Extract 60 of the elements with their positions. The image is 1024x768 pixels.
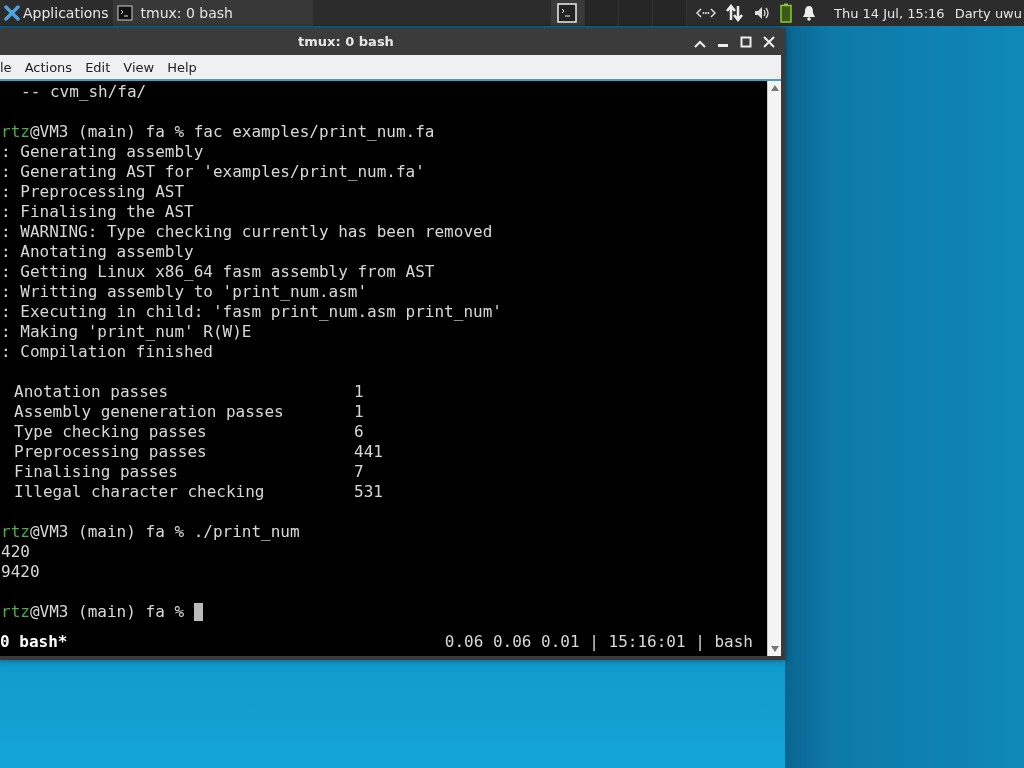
stat-value: 1 xyxy=(354,382,364,402)
menu-item[interactable]: le xyxy=(0,59,12,75)
menu-item[interactable]: View xyxy=(123,59,155,75)
stat-label: Assembly geneneration passes xyxy=(14,402,285,422)
stat-value: 531 xyxy=(354,482,383,502)
terminal-icon xyxy=(557,3,578,23)
volume-icon[interactable] xyxy=(754,6,770,20)
output-line: : Generating AST for 'examples/print_num.fa' xyxy=(1,162,425,182)
network-icon[interactable] xyxy=(696,7,716,19)
bell-icon[interactable] xyxy=(802,5,816,21)
prompt-command: @VM3 (main) fa % fac examples/print_num.fa xyxy=(29,122,435,142)
stat-value: 441 xyxy=(354,442,383,462)
battery-icon[interactable] xyxy=(780,3,792,23)
output-line: : Anotating assembly xyxy=(1,242,194,262)
minimize-icon[interactable] xyxy=(717,44,729,48)
menu-item[interactable]: Help xyxy=(167,59,197,75)
transfer-arrows-icon[interactable] xyxy=(726,4,744,22)
menu-item[interactable]: Edit xyxy=(85,59,111,75)
output-line: : Finalising the AST xyxy=(1,202,194,222)
scrollbar[interactable] xyxy=(767,81,781,656)
stat-value: 7 xyxy=(354,462,364,482)
output-line: : Generating assembly xyxy=(1,142,204,162)
tmux-status-info: 0.06 0.06 0.01 | 15:16:01 | bash xyxy=(444,631,753,651)
output-line: : Getting Linux x86_64 fasm assembly from AST xyxy=(1,262,435,282)
applications-menu[interactable]: Applications xyxy=(0,0,113,26)
maximize-icon[interactable] xyxy=(740,36,752,48)
output-line: : Making 'print_num' R(W)E xyxy=(1,322,252,342)
stat-label: Preprocessing passes xyxy=(14,442,208,462)
prompt-command: @VM3 (main) fa % ./print_num xyxy=(29,522,300,542)
output-line: 9420 xyxy=(1,562,40,582)
output-line: : Preprocessing AST xyxy=(1,182,185,202)
stat-label: Type checking passes xyxy=(14,422,208,442)
output-line: : Writting assembly to 'print_num.asm' xyxy=(1,282,368,302)
user-name[interactable]: Darty uwu xyxy=(954,5,1022,21)
stat-label: Anotation passes xyxy=(14,382,170,402)
scroll-up-icon[interactable] xyxy=(770,85,779,91)
x-logo-icon xyxy=(4,5,20,21)
output-line: : WARNING: Type checking currently has been removed xyxy=(1,222,493,242)
close-icon[interactable] xyxy=(763,36,775,48)
menu-item[interactable]: Actions xyxy=(24,59,73,75)
output-line: : Executing in child: 'fasm print_num.asm print_num' xyxy=(1,302,502,322)
taskbar-item[interactable]: tmux: 0 bash xyxy=(112,0,313,26)
prompt-user: rtz xyxy=(1,122,30,142)
clock[interactable]: Thu 14 Jul, 15:16 xyxy=(834,5,945,21)
prompt-user: rtz xyxy=(1,602,30,622)
tmux-window-label: 0 bash* xyxy=(0,631,68,651)
stat-label: Illegal character checking xyxy=(14,482,266,502)
output-line: 420 xyxy=(1,542,30,562)
scroll-down-icon[interactable] xyxy=(770,646,779,652)
prompt-user: rtz xyxy=(1,522,30,542)
output-line: -- cvm_sh/fa/ xyxy=(21,82,147,102)
output-line: : Compilation finished xyxy=(1,342,213,362)
caret-up-icon[interactable] xyxy=(694,40,706,48)
stat-value: 6 xyxy=(354,422,364,442)
window-title: tmux: 0 bash xyxy=(298,34,394,49)
stat-label: Finalising passes xyxy=(14,462,179,482)
workspace-button[interactable] xyxy=(550,0,585,26)
stat-value: 1 xyxy=(354,402,364,422)
terminal-icon xyxy=(116,5,133,21)
prompt-command: @VM3 (main) fa % xyxy=(29,602,185,622)
